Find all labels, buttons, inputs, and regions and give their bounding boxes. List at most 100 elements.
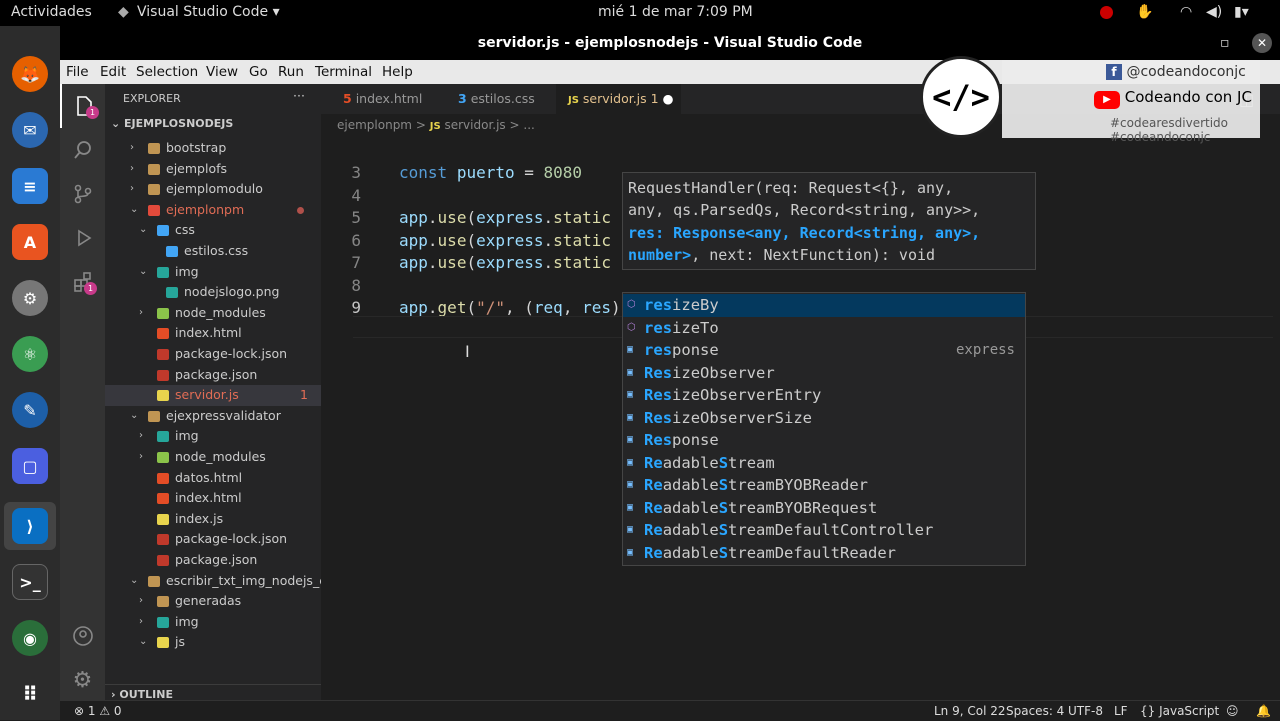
tree-item-datos-html[interactable]: datos.html	[105, 468, 321, 489]
suggestion-item[interactable]: ▣ ResizeObserverEntry	[623, 384, 1025, 407]
clock[interactable]: mié 1 de mar 7:09 PM	[598, 4, 753, 20]
extensions-icon[interactable]: 1	[60, 260, 105, 304]
suggestion-item[interactable]: ▣ ReadableStreamBYOBReader	[623, 474, 1025, 497]
tree-item-node-modules[interactable]: › node_modules	[105, 303, 321, 324]
accessibility-icon[interactable]: ✋	[1136, 4, 1153, 20]
chevron-right-icon[interactable]: ›	[139, 303, 143, 324]
line-ending[interactable]: LF	[1114, 701, 1128, 721]
tree-item-escribir-txt-img-nodejs-ex-[interactable]: ⌄ escribir_txt_img_nodejs_ex...	[105, 571, 346, 592]
tree-item-ejemplomodulo[interactable]: › ejemplomodulo	[105, 179, 321, 200]
menu-run[interactable]: Run	[278, 64, 304, 80]
tab-index-html[interactable]: 5 index.html	[331, 84, 446, 114]
menu-terminal[interactable]: Terminal	[315, 64, 372, 80]
chevron-right-icon[interactable]: ›	[139, 612, 143, 633]
tab-estilos-css[interactable]: 3 estilos.css	[446, 84, 556, 114]
tree-item-index-html[interactable]: index.html	[105, 488, 321, 509]
tree-item-js[interactable]: ⌄ js	[105, 632, 321, 653]
atom-icon[interactable]: ⚛	[12, 336, 48, 372]
problems-indicator[interactable]: ⊗ 1 ⚠ 0	[74, 701, 122, 721]
tree-item-img[interactable]: ⌄ img	[105, 262, 321, 283]
battery-icon[interactable]: ▮▾	[1234, 4, 1249, 20]
code-line[interactable]: app.use(express.static	[399, 252, 611, 274]
tree-item-ejexpressvalidator[interactable]: ⌄ ejexpressvalidator	[105, 406, 321, 427]
menu-file[interactable]: File	[66, 64, 89, 80]
terminal-icon[interactable]: >_	[12, 564, 48, 600]
app-menu-button[interactable]: Visual Studio Code ▾	[137, 4, 280, 20]
activities-button[interactable]: Actividades	[11, 4, 92, 20]
encoding[interactable]: UTF-8	[1068, 701, 1103, 721]
suggestion-item[interactable]: ▣ response express	[623, 339, 1025, 362]
settings-icon[interactable]: ⚙	[12, 280, 48, 316]
tree-item-img[interactable]: › img	[105, 426, 321, 447]
close-icon[interactable]: ✕	[1252, 33, 1272, 53]
record-icon[interactable]	[1100, 6, 1113, 19]
tree-item-servidor-js[interactable]: servidor.js 1	[105, 385, 321, 406]
feedback-icon[interactable]: ☺	[1226, 701, 1239, 721]
suggestion-item[interactable]: ⬡ resizeTo	[623, 317, 1025, 340]
cursor-position[interactable]: Ln 9, Col 22	[934, 701, 1006, 721]
menu-selection[interactable]: Selection	[136, 64, 198, 80]
tree-item-css[interactable]: ⌄ css	[105, 220, 321, 241]
unsaved-dot-icon[interactable]: ●	[663, 91, 674, 106]
chevron-down-icon[interactable]: ⌄	[139, 220, 147, 241]
tree-item-package-json[interactable]: package.json	[105, 550, 321, 571]
drawing-icon[interactable]: ✎	[12, 392, 48, 428]
suggestion-item[interactable]: ▣ Response	[623, 429, 1025, 452]
tree-item-estilos-css[interactable]: estilos.css	[105, 241, 321, 262]
suggestion-item[interactable]: ▣ ResizeObserver	[623, 362, 1025, 385]
chevron-right-icon[interactable]: ›	[130, 138, 134, 159]
tree-item-img[interactable]: › img	[105, 612, 321, 633]
breadcrumb-file[interactable]: servidor.js	[444, 118, 505, 132]
tree-item-package-json[interactable]: package.json	[105, 365, 321, 386]
indentation[interactable]: Spaces: 4	[1006, 701, 1064, 721]
menu-view[interactable]: View	[206, 64, 238, 80]
menu-edit[interactable]: Edit	[100, 64, 126, 80]
screenshot-icon[interactable]: ▢	[12, 448, 48, 484]
menu-help[interactable]: Help	[382, 64, 413, 80]
manage-gear-icon[interactable]: ⚙	[60, 658, 105, 702]
menu-go[interactable]: Go	[249, 64, 268, 80]
tree-item-nodejslogo-png[interactable]: nodejslogo.png	[105, 282, 321, 303]
tab-servidor-js[interactable]: JS servidor.js 1 ●	[556, 84, 681, 114]
chevron-right-icon[interactable]: ›	[139, 591, 143, 612]
tree-item-ejemplonpm[interactable]: ⌄ ejemplonpm	[105, 200, 321, 221]
code-line[interactable]: app.use(express.static	[399, 230, 611, 252]
suggestion-item[interactable]: ▣ ReadableStreamDefaultReader	[623, 542, 1025, 565]
vscode-icon[interactable]: ⟩	[12, 508, 48, 544]
tree-item-generadas[interactable]: › generadas	[105, 591, 321, 612]
suggestion-item[interactable]: ▣ ReadableStreamDefaultController	[623, 519, 1025, 542]
run-debug-icon[interactable]	[60, 216, 105, 260]
tree-item-index-html[interactable]: index.html	[105, 323, 321, 344]
suggestion-item[interactable]: ▣ ResizeObserverSize	[623, 407, 1025, 430]
suggestion-item[interactable]: ⬡ resizeBy	[623, 294, 1025, 317]
tree-item-bootstrap[interactable]: › bootstrap	[105, 138, 321, 159]
chevron-down-icon[interactable]: ⌄	[130, 571, 138, 592]
restore-icon[interactable]: ▫	[1220, 26, 1230, 60]
chevron-down-icon[interactable]: ⌄	[139, 632, 147, 653]
accounts-icon[interactable]	[60, 614, 105, 658]
chevron-down-icon[interactable]: ⌄	[139, 262, 147, 283]
software-center-icon[interactable]: A	[12, 224, 48, 260]
code-line[interactable]: app.use(express.static	[399, 207, 611, 229]
firefox-icon[interactable]: 🦊	[12, 56, 48, 92]
chevron-down-icon[interactable]: ⌄	[130, 200, 138, 221]
breadcrumb-folder[interactable]: ejemplonpm	[337, 118, 412, 132]
more-actions-icon[interactable]: ···	[293, 88, 305, 103]
tree-item-package-lock-json[interactable]: package-lock.json	[105, 344, 321, 365]
chevron-right-icon[interactable]: ›	[130, 159, 134, 180]
thunderbird-icon[interactable]: ✉	[12, 112, 48, 148]
search-icon[interactable]	[60, 128, 105, 172]
source-control-icon[interactable]	[60, 172, 105, 216]
writer-icon[interactable]: ≡	[12, 168, 48, 204]
wifi-icon[interactable]: ◠	[1180, 4, 1192, 20]
tree-item-ejemplofs[interactable]: › ejemplofs	[105, 159, 321, 180]
code-line[interactable]: const puerto = 8080	[399, 162, 582, 184]
chevron-right-icon[interactable]: ›	[139, 426, 143, 447]
tree-item-node-modules[interactable]: › node_modules	[105, 447, 321, 468]
notifications-icon[interactable]: 🔔	[1256, 701, 1271, 721]
suggestion-item[interactable]: ▣ ReadableStreamBYOBRequest	[623, 497, 1025, 520]
explorer-icon[interactable]: 1	[60, 84, 105, 128]
workspace-root[interactable]: ⌄ EJEMPLOSNODEJS	[111, 117, 233, 130]
tree-item-package-lock-json[interactable]: package-lock.json	[105, 529, 321, 550]
chevron-right-icon[interactable]: ›	[130, 179, 134, 200]
